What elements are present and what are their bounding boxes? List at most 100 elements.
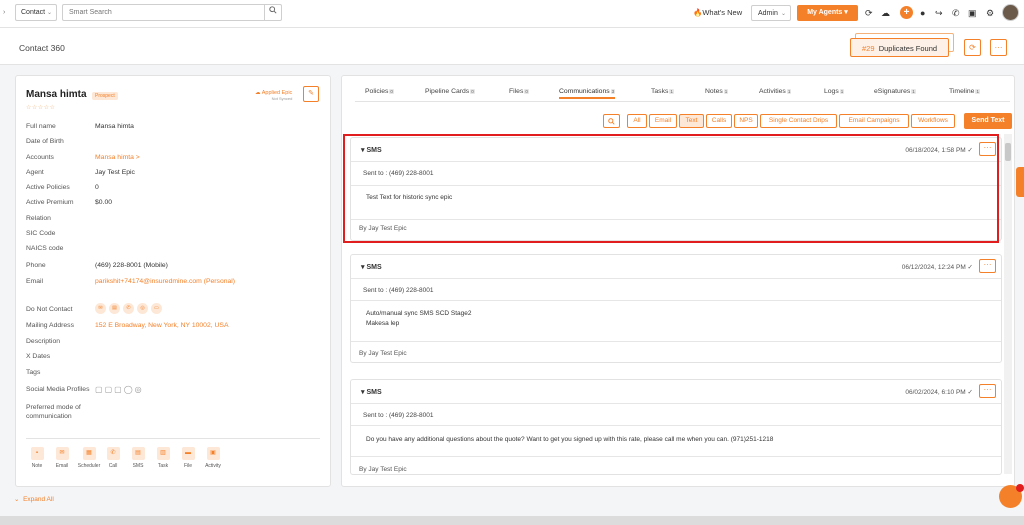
search-icon[interactable]	[264, 5, 281, 20]
tab-label: Policies	[365, 88, 389, 95]
email-icon: ✉	[55, 447, 69, 460]
sync-button[interactable]: ⟳	[964, 39, 981, 56]
filter-text[interactable]: Text	[679, 114, 704, 128]
account-link[interactable]: Mansa himta >	[95, 154, 140, 161]
phone-icon[interactable]: ✆	[123, 303, 134, 314]
admin-select[interactable]: Admin ⌄	[751, 5, 791, 21]
message-more-button[interactable]: ···	[979, 384, 996, 398]
filter-nps[interactable]: NPS	[734, 114, 758, 128]
tab-files[interactable]: Files 0	[509, 88, 529, 95]
instagram-icon[interactable]: ◯	[124, 385, 135, 394]
quick-action-label: SMS	[132, 463, 144, 469]
mail-icon[interactable]: ▭	[151, 303, 162, 314]
tab-tasks[interactable]: Tasks 1	[651, 88, 674, 95]
message-type: ▾ SMS	[361, 389, 382, 396]
scrollbar-thumb[interactable]	[1005, 143, 1011, 161]
message-more-button[interactable]: ···	[979, 259, 996, 273]
notification-badge	[1016, 484, 1024, 492]
field-label: Phone	[26, 262, 46, 269]
tab-count: 1	[911, 89, 916, 94]
divider	[26, 438, 320, 439]
tab-policies[interactable]: Policies 0	[365, 88, 394, 95]
phone-value[interactable]: (469) 228-8001 (Mobile)	[95, 262, 168, 269]
tab-notes[interactable]: Notes 1	[705, 88, 729, 95]
rating-stars[interactable]: ☆☆☆☆☆	[26, 104, 55, 111]
filter-calls[interactable]: Calls	[706, 114, 732, 128]
tab-timeline[interactable]: Timeline 1	[949, 88, 980, 95]
message-type-label: SMS	[366, 264, 382, 271]
message-header[interactable]: ▾ SMS 06/02/2024, 6:10 PM ✓ ···	[351, 380, 1001, 404]
email-icon[interactable]: ✉	[95, 303, 106, 314]
side-panel-handle[interactable]	[1016, 167, 1024, 197]
cloud-sync-icon[interactable]: ☁	[881, 8, 890, 18]
tab-pipeline-cards[interactable]: Pipeline Cards 0	[425, 88, 475, 95]
send-text-button[interactable]: Send Text	[964, 113, 1012, 129]
tab-count: 1	[975, 89, 980, 94]
whats-new-link[interactable]: 🔥What's New	[693, 8, 742, 17]
edit-contact-button[interactable]: ✎	[303, 86, 319, 102]
more-options-button[interactable]: ···	[990, 39, 1007, 56]
field-label: Date of Birth	[26, 138, 64, 145]
message-header[interactable]: ▾ SMS 06/12/2024, 12:24 PM ✓ ···	[351, 255, 1001, 279]
globe-icon[interactable]: ◎	[135, 385, 144, 394]
quick-action-file[interactable]: ▬ File	[174, 447, 202, 469]
filter-search-button[interactable]	[603, 114, 620, 128]
tab-count: 1	[669, 89, 674, 94]
chat-icon[interactable]: ▤	[109, 303, 120, 314]
duplicates-found-button[interactable]: #29 Duplicates Found	[850, 38, 949, 57]
quick-action-label: Call	[108, 463, 118, 469]
tab-count: 3	[610, 89, 616, 94]
field-label: communication	[26, 413, 72, 420]
linkedin-icon[interactable]: ▢	[95, 385, 105, 394]
my-agents-button[interactable]: My Agents ▾	[797, 5, 858, 21]
quick-action-task[interactable]: ▥ Task	[149, 447, 177, 469]
filter-single-contact-drips[interactable]: Single Contact Drips	[760, 114, 837, 128]
quick-action-activity[interactable]: ▣ Activity	[199, 447, 227, 469]
avatar[interactable]	[1002, 4, 1019, 21]
gear-icon[interactable]: ⚙	[986, 8, 994, 18]
applied-sub-label: Not Synced	[271, 96, 293, 101]
email-value[interactable]: parikshit+74174@insuredmine.com (Persona…	[95, 278, 235, 285]
mailing-address-value[interactable]: 152 E Broadway, New York, NY 10002, USA	[95, 322, 229, 329]
message-date-label: 06/12/2024, 12:24 PM	[901, 264, 966, 271]
refresh-icon[interactable]: ⟳	[865, 8, 873, 18]
double-check-icon: ✓	[967, 264, 973, 271]
chip-icon[interactable]: ▣	[968, 8, 977, 18]
search-type-select[interactable]: Contact ⌄	[15, 4, 57, 21]
sms-icon[interactable]: ◎	[137, 303, 148, 314]
field-label: Accounts	[26, 154, 54, 161]
search-icon	[608, 118, 615, 125]
quick-action-label: Activity	[205, 463, 221, 469]
search-type-label: Contact	[21, 9, 46, 16]
filter-workflows[interactable]: Workflows	[911, 114, 955, 128]
chevron-down-icon: ⌄	[780, 11, 786, 17]
tab-communications[interactable]: Communications 3	[559, 88, 616, 99]
filter-email-campaigns[interactable]: Email Campaigns	[839, 114, 909, 128]
message-recipient: Sent to : (469) 228-8001	[363, 287, 434, 294]
search-input[interactable]	[63, 5, 263, 20]
double-check-icon: ✓	[967, 389, 973, 396]
cloud-icon: ☁	[255, 90, 261, 96]
logout-icon[interactable]: ↪	[935, 8, 943, 18]
bell-icon[interactable]: ●	[920, 8, 925, 18]
facebook-icon[interactable]: ▢	[105, 385, 115, 394]
expand-all-label: Expand All	[23, 496, 54, 503]
field-label: Mailing Address	[26, 322, 74, 329]
quick-action-call[interactable]: ✆ Call	[99, 447, 127, 469]
sidebar-toggle-icon[interactable]: ›	[3, 9, 10, 19]
tab-esignatures[interactable]: eSignatures 1	[874, 88, 916, 95]
phone-icon[interactable]: ✆	[952, 8, 960, 18]
scrollbar[interactable]	[1004, 134, 1012, 474]
twitter-icon[interactable]: ▢	[114, 385, 124, 394]
message-author: By Jay Test Epic	[359, 350, 407, 357]
quick-action-sms[interactable]: ▤ SMS	[124, 447, 152, 469]
expand-all-link[interactable]: ⌄ Expand All	[14, 495, 54, 503]
field-label: Email	[26, 278, 43, 285]
filter-email[interactable]: Email	[649, 114, 677, 128]
quick-action-email[interactable]: ✉ Email	[48, 447, 76, 469]
add-button[interactable]: +	[900, 6, 913, 19]
quick-action-note[interactable]: ▪ Note	[23, 447, 51, 469]
tab-activities[interactable]: Activities 1	[759, 88, 792, 95]
filter-all[interactable]: All	[627, 114, 647, 128]
tab-logs[interactable]: Logs 1	[824, 88, 845, 95]
